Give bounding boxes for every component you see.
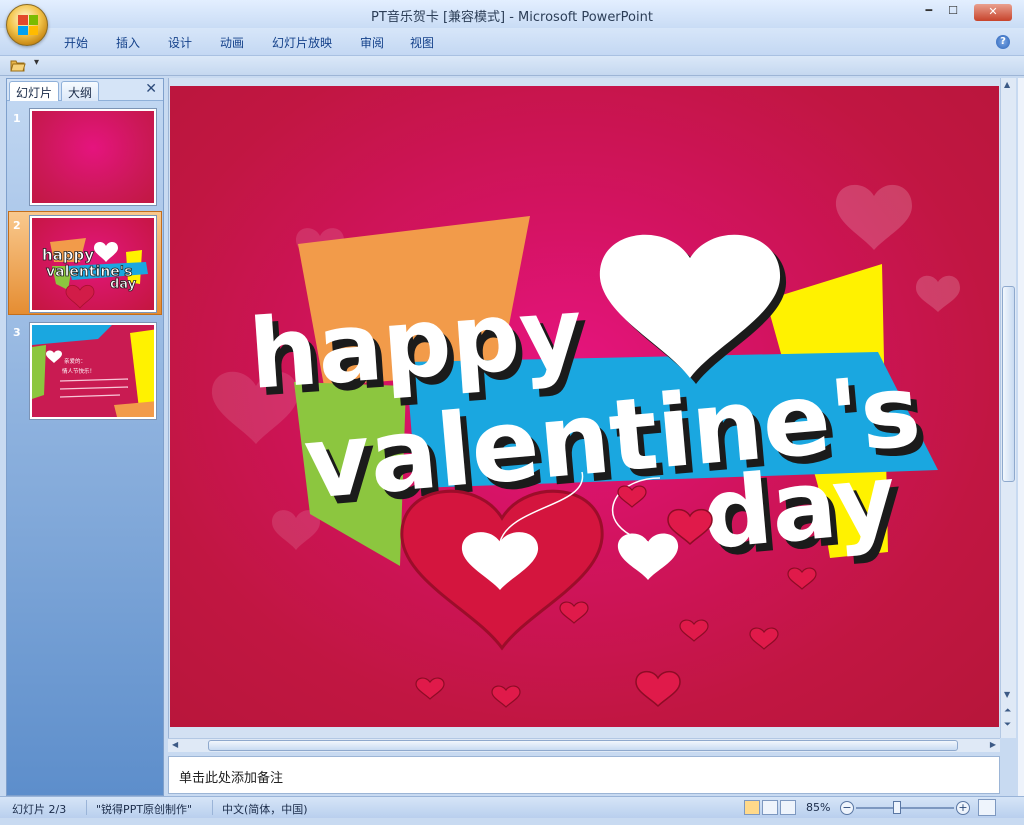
status-bar: 幻灯片 2/3 "锐得PPT原创制作" 中文(简体，中国) 85% − + (0, 796, 1024, 818)
tab-review[interactable]: 审阅 (360, 34, 384, 51)
notes-pane[interactable]: 单击此处添加备注 (168, 756, 1000, 794)
scroll-up-icon[interactable]: ▲ (1004, 80, 1010, 89)
slideshow-icon[interactable] (780, 800, 796, 815)
tab-slideshow[interactable]: 幻灯片放映 (272, 34, 332, 51)
maximize-button[interactable]: ☐ (948, 4, 958, 21)
small-red-heart-icon (749, 627, 779, 650)
vertical-scroll-thumb[interactable] (1002, 286, 1015, 482)
window-edge (1018, 78, 1024, 796)
scroll-right-icon[interactable]: ▶ (990, 740, 996, 749)
tab-view[interactable]: 视图 (410, 34, 434, 51)
thumb3-line: 情人节快乐！ (62, 367, 95, 375)
window-controls: ━ ☐ ✕ (926, 4, 1012, 21)
theme-name[interactable]: "锐得PPT原创制作" (96, 801, 192, 817)
pane-tabs: 幻灯片 大纲 ✕ (7, 79, 163, 101)
slide-number: 2 (13, 219, 21, 232)
small-red-heart-icon (415, 677, 445, 700)
slide-thumbnail-2[interactable]: happy valentine's day (30, 216, 156, 312)
thumbnail-3-art: 亲爱的： 情人节快乐！ (32, 325, 154, 417)
zoom-slider[interactable] (856, 807, 954, 809)
small-white-heart-icon (617, 533, 679, 580)
slide-number: 3 (13, 326, 21, 339)
next-slide-icon[interactable]: ⏷ (1004, 720, 1011, 730)
faint-heart-icon (916, 275, 960, 312)
title-bar: PT音乐贺卡 [兼容模式] - Microsoft PowerPoint ━ ☐… (0, 0, 1024, 28)
slide-thumbnail-1[interactable] (30, 109, 156, 205)
small-red-heart-icon (635, 670, 681, 708)
faint-heart-icon (835, 184, 912, 250)
small-red-heart-icon (787, 567, 817, 590)
horizontal-scrollbar[interactable]: ◀ ▶ (168, 738, 1000, 752)
slide-editing-area: happy happy valentine's valentine's day … (168, 78, 1000, 738)
slides-pane: 幻灯片 大纲 ✕ 1 2 happy valentine's day 3 亲爱的… (6, 78, 164, 796)
zoom-in-icon[interactable]: + (956, 801, 970, 815)
slide-sorter-icon[interactable] (762, 800, 778, 815)
zoom-slider-handle[interactable] (893, 801, 901, 814)
slide-artwork: happy happy valentine's valentine's day … (211, 184, 960, 708)
notes-placeholder: 单击此处添加备注 (179, 771, 284, 786)
tab-animations[interactable]: 动画 (220, 34, 244, 51)
open-folder-icon[interactable] (10, 58, 26, 72)
small-red-heart-icon (617, 485, 647, 508)
vertical-scrollbar[interactable]: ▲ ▼ ⏶ ⏷ (1000, 78, 1016, 738)
thumb3-greeting: 亲爱的： (64, 357, 86, 365)
office-logo-icon (18, 15, 38, 35)
small-red-heart-icon (491, 685, 521, 708)
tab-design[interactable]: 设计 (168, 34, 192, 51)
tab-slides[interactable]: 幻灯片 (9, 81, 60, 101)
small-red-heart-icon (679, 619, 709, 642)
zoom-level[interactable]: 85% (806, 801, 830, 814)
quick-access-toolbar: ▾ (0, 56, 1024, 76)
tab-outline[interactable]: 大纲 (61, 81, 100, 101)
pane-close-icon[interactable]: ✕ (145, 81, 157, 97)
scroll-left-icon[interactable]: ◀ (172, 740, 178, 749)
ribbon-tabs: 开始 插入 设计 动画 幻灯片放映 审阅 视图 ? (0, 28, 1024, 56)
horizontal-scroll-thumb[interactable] (208, 740, 958, 751)
zoom-out-icon[interactable]: − (840, 801, 854, 815)
tab-insert[interactable]: 插入 (116, 34, 140, 51)
customize-toolbar-icon[interactable]: ▾ (34, 57, 39, 68)
fit-window-icon[interactable] (978, 799, 996, 816)
small-red-heart-icon (559, 601, 589, 624)
thumb2-happy: happy (42, 246, 94, 264)
current-slide[interactable]: happy happy valentine's valentine's day … (170, 86, 999, 727)
language-indicator[interactable]: 中文(简体，中国) (222, 801, 308, 817)
normal-view-icon[interactable] (744, 800, 760, 815)
office-button[interactable] (6, 4, 48, 46)
slide-number: 1 (13, 112, 21, 125)
tab-home[interactable]: 开始 (64, 34, 88, 51)
window-title: PT音乐贺卡 [兼容模式] - Microsoft PowerPoint (371, 10, 653, 25)
close-button[interactable]: ✕ (974, 4, 1012, 21)
thumb2-day: day (110, 277, 137, 292)
help-icon[interactable]: ? (996, 35, 1010, 49)
minimize-button[interactable]: ━ (926, 4, 933, 21)
slide-indicator: 幻灯片 2/3 (12, 803, 67, 816)
thumbnail-2-art: happy valentine's day (42, 238, 148, 309)
previous-slide-icon[interactable]: ⏶ (1004, 706, 1011, 716)
slide-title-day: day (698, 443, 900, 571)
slide-thumbnail-3[interactable]: 亲爱的： 情人节快乐！ (30, 323, 156, 419)
scroll-down-icon[interactable]: ▼ (1004, 690, 1010, 699)
